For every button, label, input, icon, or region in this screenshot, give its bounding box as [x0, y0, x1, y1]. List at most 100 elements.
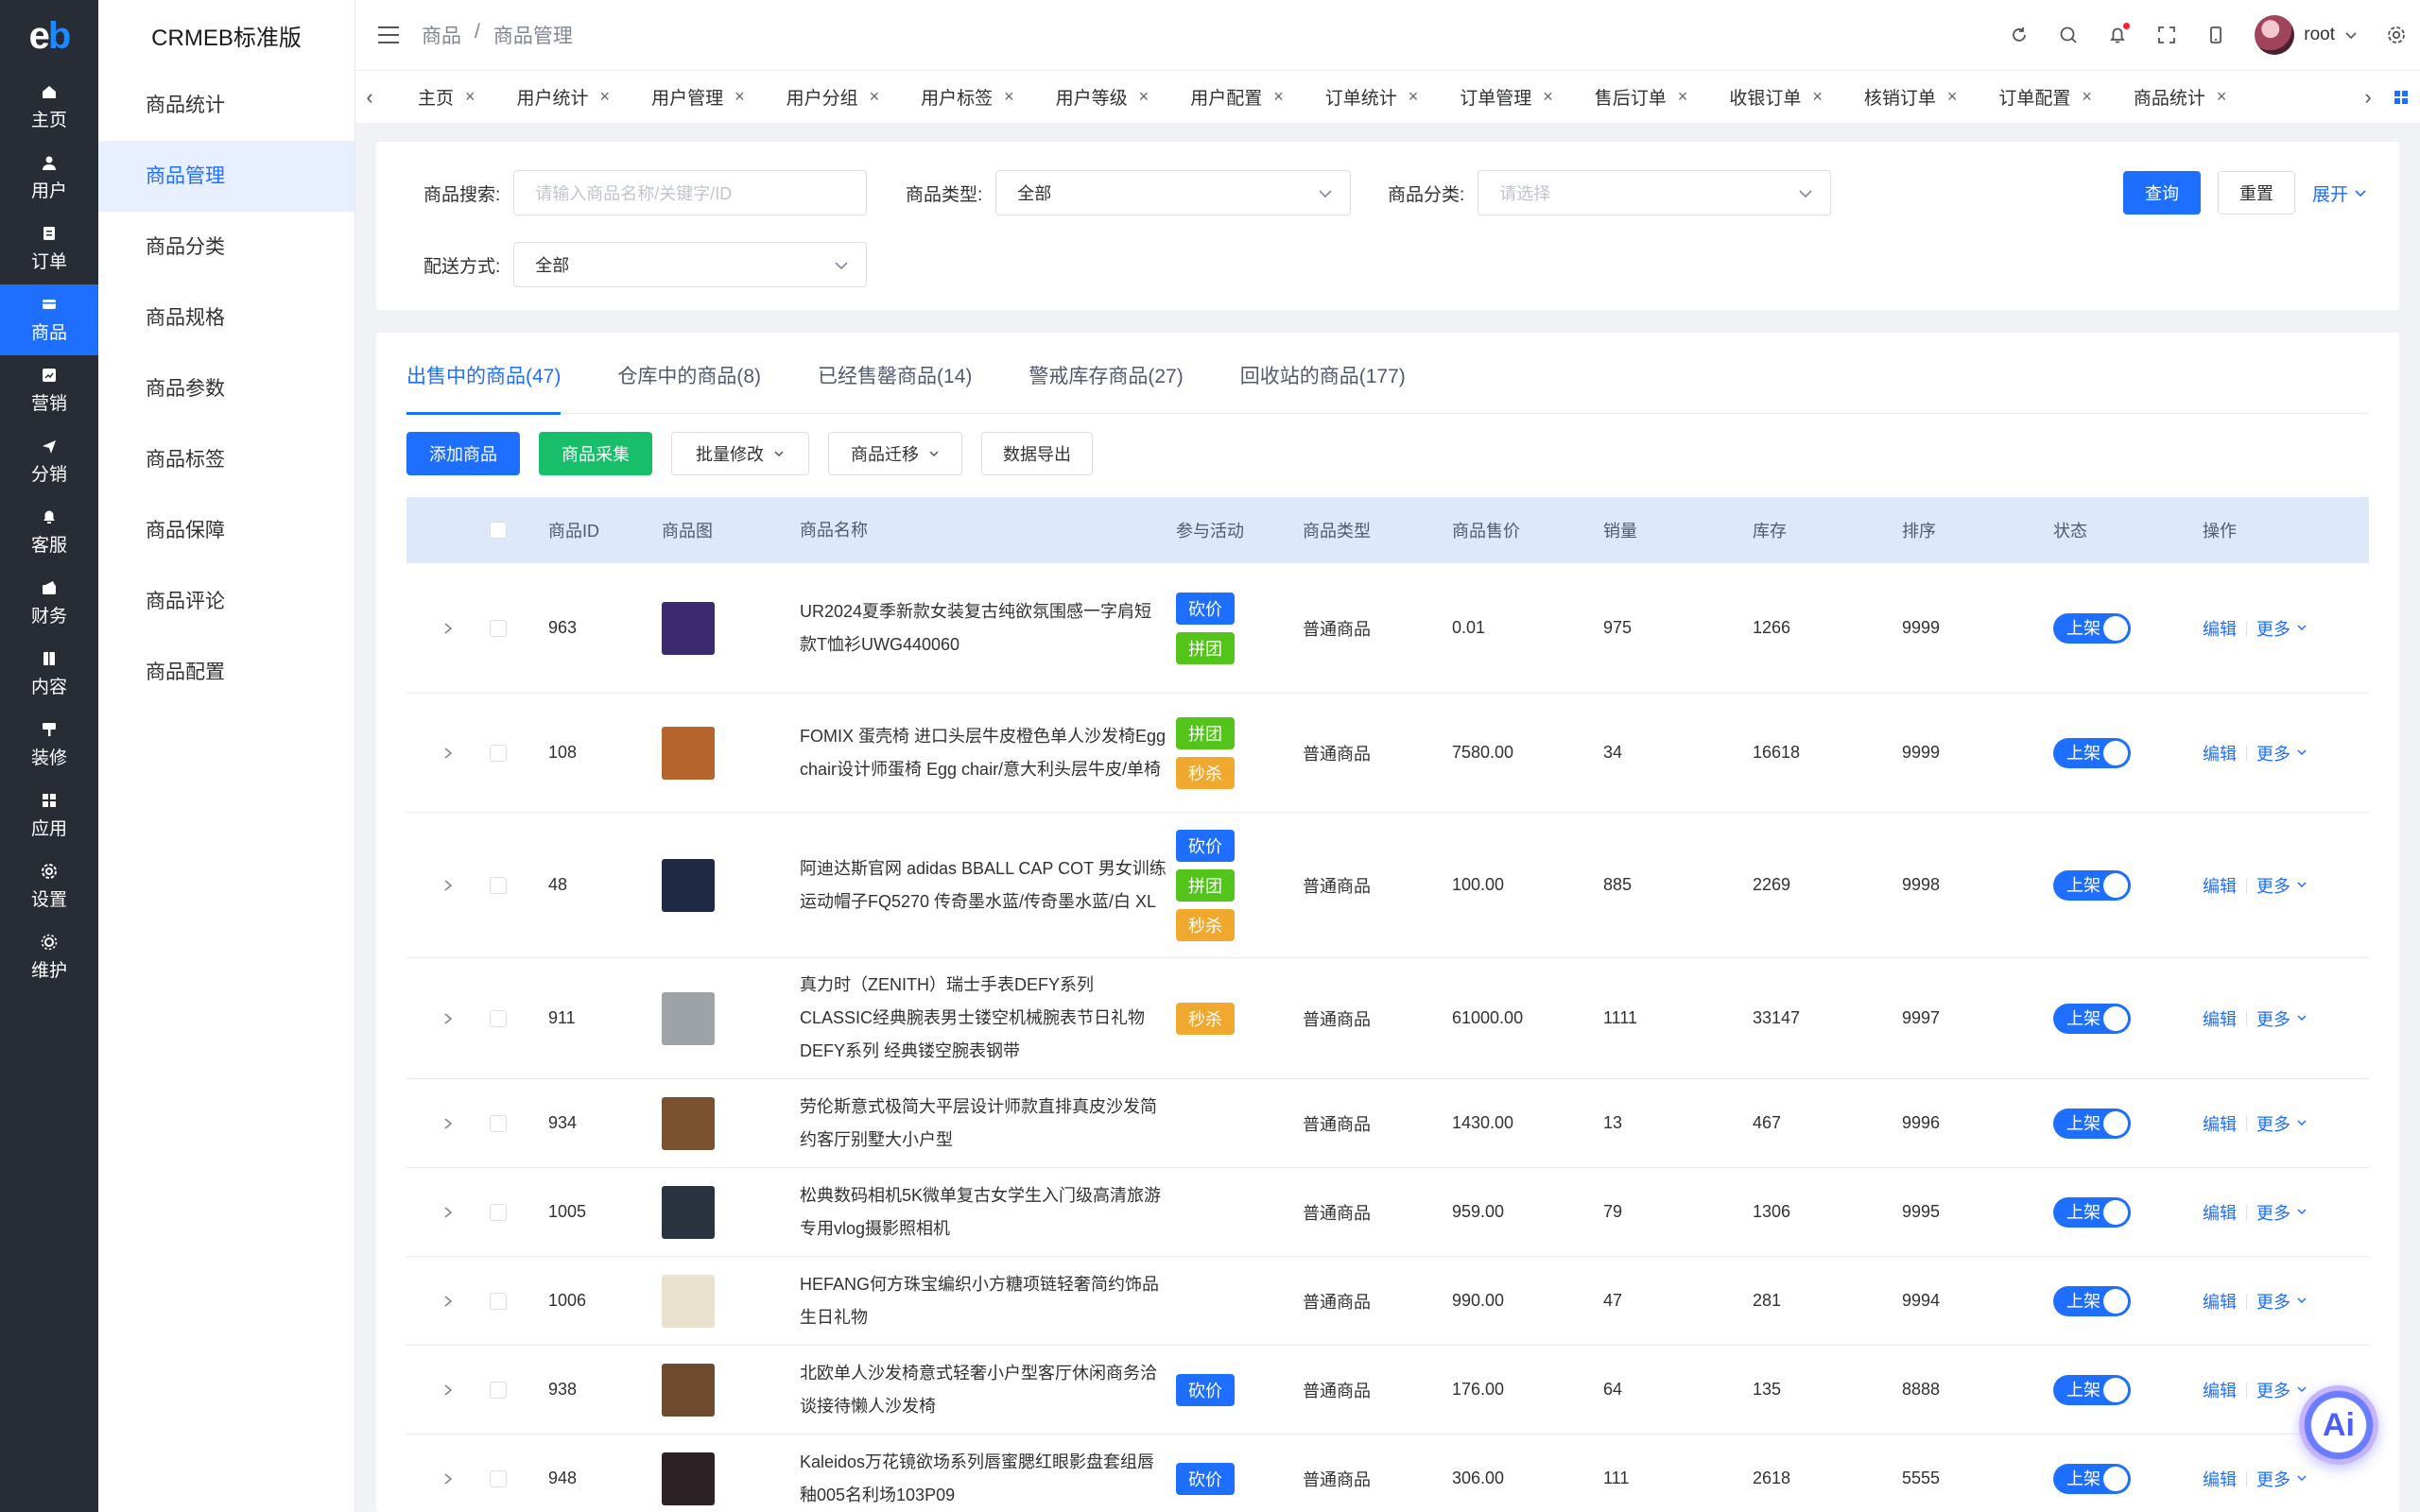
expand-row-icon[interactable]: [406, 1012, 490, 1025]
product-thumbnail[interactable]: [662, 1274, 715, 1328]
page-tab[interactable]: 订单管理 ×: [1460, 84, 1595, 110]
sub-menu-item[interactable]: 商品标签: [98, 424, 354, 495]
page-tab[interactable]: 用户统计 ×: [517, 84, 652, 110]
delivery-select[interactable]: 全部: [513, 242, 868, 287]
collect-product-button[interactable]: 商品采集: [539, 432, 652, 475]
close-icon[interactable]: ×: [1812, 87, 1823, 107]
edit-link[interactable]: 编辑: [2203, 1111, 2237, 1136]
expand-row-icon[interactable]: [406, 747, 490, 760]
expand-row-icon[interactable]: [406, 1206, 490, 1219]
status-tab[interactable]: 回收站的商品(177): [1240, 361, 1406, 414]
row-checkbox[interactable]: [490, 619, 507, 637]
expand-row-icon[interactable]: [406, 1472, 490, 1486]
status-tab[interactable]: 出售中的商品(47): [406, 361, 562, 415]
nav-item-product[interactable]: 商品: [0, 284, 98, 355]
nav-item-user[interactable]: 用户: [0, 143, 98, 214]
edit-link[interactable]: 编辑: [2203, 616, 2237, 641]
row-checkbox[interactable]: [490, 1009, 507, 1027]
search-icon[interactable]: [2058, 25, 2079, 45]
edit-link[interactable]: 编辑: [2203, 1200, 2237, 1225]
breadcrumb-item[interactable]: 商品: [422, 21, 461, 49]
nav-item-content[interactable]: 内容: [0, 639, 98, 710]
close-icon[interactable]: ×: [465, 87, 475, 107]
edit-link[interactable]: 编辑: [2203, 1378, 2237, 1402]
mobile-preview-icon[interactable]: [2205, 25, 2226, 45]
expand-row-icon[interactable]: [406, 879, 490, 892]
product-thumbnail[interactable]: [662, 1096, 715, 1150]
nav-item-home[interactable]: 主页: [0, 72, 98, 143]
nav-item-service[interactable]: 客服: [0, 497, 98, 568]
more-dropdown[interactable]: 更多: [2256, 1467, 2308, 1491]
more-dropdown[interactable]: 更多: [2256, 873, 2308, 898]
product-thumbnail[interactable]: [662, 858, 715, 912]
page-tab[interactable]: 售后订单 ×: [1595, 84, 1730, 110]
close-icon[interactable]: ×: [600, 87, 611, 107]
product-thumbnail[interactable]: [662, 726, 715, 780]
more-dropdown[interactable]: 更多: [2256, 616, 2308, 641]
category-select[interactable]: 请选择: [1478, 170, 1832, 215]
expand-toggle[interactable]: 展开: [2312, 180, 2367, 206]
status-toggle[interactable]: 上架: [2053, 1463, 2131, 1494]
sub-menu-item[interactable]: 商品保障: [98, 495, 354, 566]
reset-button[interactable]: 重置: [2218, 171, 2295, 215]
tabs-prev-icon[interactable]: ‹: [355, 85, 384, 110]
more-dropdown[interactable]: 更多: [2256, 741, 2308, 765]
expand-row-icon[interactable]: [406, 622, 490, 635]
page-tab[interactable]: 用户分组 ×: [786, 84, 922, 110]
status-tab[interactable]: 已经售罄商品(14): [818, 361, 972, 414]
product-thumbnail[interactable]: [662, 601, 715, 655]
tabs-next-icon[interactable]: ›: [2354, 85, 2382, 110]
row-checkbox[interactable]: [490, 876, 507, 894]
row-checkbox[interactable]: [490, 1469, 507, 1487]
sub-menu-item[interactable]: 商品统计: [98, 70, 354, 141]
export-button[interactable]: 数据导出: [981, 432, 1093, 475]
status-toggle[interactable]: 上架: [2053, 612, 2131, 644]
add-product-button[interactable]: 添加商品: [406, 432, 520, 475]
page-tab[interactable]: 用户配置 ×: [1190, 84, 1325, 110]
status-toggle[interactable]: 上架: [2053, 869, 2131, 901]
product-thumbnail[interactable]: [662, 991, 715, 1045]
close-icon[interactable]: ×: [1947, 87, 1958, 107]
more-dropdown[interactable]: 更多: [2256, 1111, 2308, 1136]
product-thumbnail[interactable]: [662, 1452, 715, 1505]
status-toggle[interactable]: 上架: [2053, 1003, 2131, 1034]
more-dropdown[interactable]: 更多: [2256, 1200, 2308, 1225]
menu-toggle-icon[interactable]: [378, 26, 399, 43]
status-toggle[interactable]: 上架: [2053, 1374, 2131, 1405]
expand-row-icon[interactable]: [406, 1117, 490, 1130]
page-tab[interactable]: 用户管理 ×: [651, 84, 786, 110]
sub-menu-item[interactable]: 商品评论: [98, 566, 354, 637]
close-icon[interactable]: ×: [870, 87, 880, 107]
close-icon[interactable]: ×: [1678, 87, 1688, 107]
logo[interactable]: eb: [0, 0, 98, 72]
status-toggle[interactable]: 上架: [2053, 737, 2131, 768]
nav-item-distribution[interactable]: 分销: [0, 426, 98, 497]
type-select[interactable]: 全部: [995, 170, 1352, 215]
expand-row-icon[interactable]: [406, 1295, 490, 1308]
migrate-dropdown[interactable]: 商品迁移: [828, 432, 962, 475]
nav-item-decoration[interactable]: 装修: [0, 710, 98, 781]
close-icon[interactable]: ×: [735, 87, 745, 107]
refresh-icon[interactable]: [2009, 25, 2030, 45]
batch-edit-dropdown[interactable]: 批量修改: [671, 432, 809, 475]
page-tab[interactable]: 收银订单 ×: [1729, 84, 1864, 110]
nav-item-settings[interactable]: 设置: [0, 851, 98, 922]
sub-menu-item[interactable]: 商品规格: [98, 283, 354, 353]
page-tab[interactable]: 核销订单 ×: [1864, 84, 1999, 110]
row-checkbox[interactable]: [490, 1114, 507, 1132]
row-checkbox[interactable]: [490, 1381, 507, 1399]
page-tab[interactable]: 用户等级 ×: [1056, 84, 1191, 110]
close-icon[interactable]: ×: [1004, 87, 1014, 107]
page-tab[interactable]: 主页 ×: [418, 84, 517, 110]
edit-link[interactable]: 编辑: [2203, 1006, 2237, 1031]
close-icon[interactable]: ×: [2217, 87, 2227, 107]
sub-menu-item[interactable]: 商品分类: [98, 212, 354, 283]
close-icon[interactable]: ×: [1273, 87, 1284, 107]
user-menu[interactable]: root: [2255, 15, 2358, 55]
status-toggle[interactable]: 上架: [2053, 1285, 2131, 1316]
fullscreen-icon[interactable]: [2156, 25, 2177, 45]
status-tab[interactable]: 警戒库存商品(27): [1028, 361, 1183, 414]
nav-item-order[interactable]: 订单: [0, 214, 98, 284]
row-checkbox[interactable]: [490, 1203, 507, 1221]
sub-menu-item[interactable]: 商品配置: [98, 637, 354, 708]
